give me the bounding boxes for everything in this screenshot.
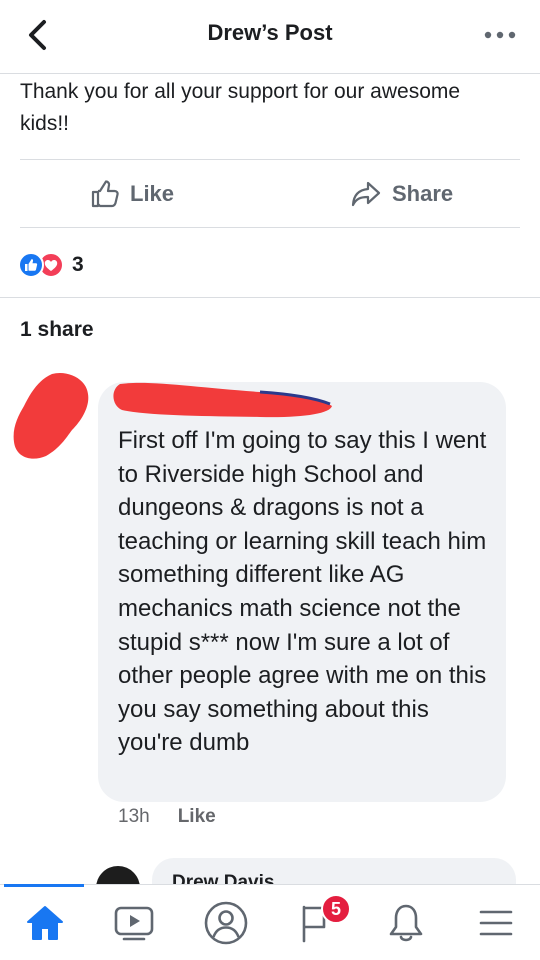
redacted-name (113, 382, 332, 418)
header-divider (0, 73, 540, 74)
share-arrow-icon (351, 181, 381, 207)
thumbs-up-icon (91, 180, 119, 208)
bell-icon (389, 904, 423, 942)
active-tab-indicator (4, 884, 84, 887)
tab-profile[interactable] (196, 896, 256, 950)
reaction-count: 3 (72, 253, 84, 276)
like-button[interactable]: Like (90, 172, 174, 216)
reactions-summary[interactable]: 3 (18, 250, 84, 280)
redacted-avatar (13, 372, 89, 459)
profile-icon (204, 901, 248, 945)
tab-menu[interactable] (466, 896, 526, 950)
page-title: Drew’s Post (207, 20, 333, 45)
more-options-button[interactable] (482, 28, 518, 42)
tab-notifications[interactable] (376, 896, 436, 950)
comment-timestamp: 13h (118, 806, 150, 827)
tab-home[interactable] (15, 896, 75, 950)
actions-divider (20, 227, 520, 228)
tab-watch[interactable] (104, 896, 164, 950)
reactions-divider (0, 297, 540, 298)
more-dots-icon (484, 31, 516, 39)
comment-meta: 13h Like (118, 806, 216, 828)
comment-like-button[interactable]: Like (178, 806, 216, 828)
notification-badge: 5 (321, 894, 351, 924)
video-icon (114, 906, 154, 941)
like-reaction-icon (18, 252, 44, 278)
bottom-tab-bar (0, 884, 540, 960)
share-label: Share (392, 181, 454, 206)
share-button[interactable]: Share (350, 172, 453, 216)
share-count[interactable]: 1 share (20, 318, 94, 342)
post-text: Thank you for all your support for our a… (20, 80, 461, 135)
like-label: Like (130, 181, 175, 206)
post-header: Drew’s Post (0, 0, 540, 70)
post-divider (20, 159, 520, 160)
comment-text: First off I'm going to say this I went t… (118, 427, 487, 757)
home-icon (27, 906, 63, 940)
menu-icon (479, 910, 513, 936)
